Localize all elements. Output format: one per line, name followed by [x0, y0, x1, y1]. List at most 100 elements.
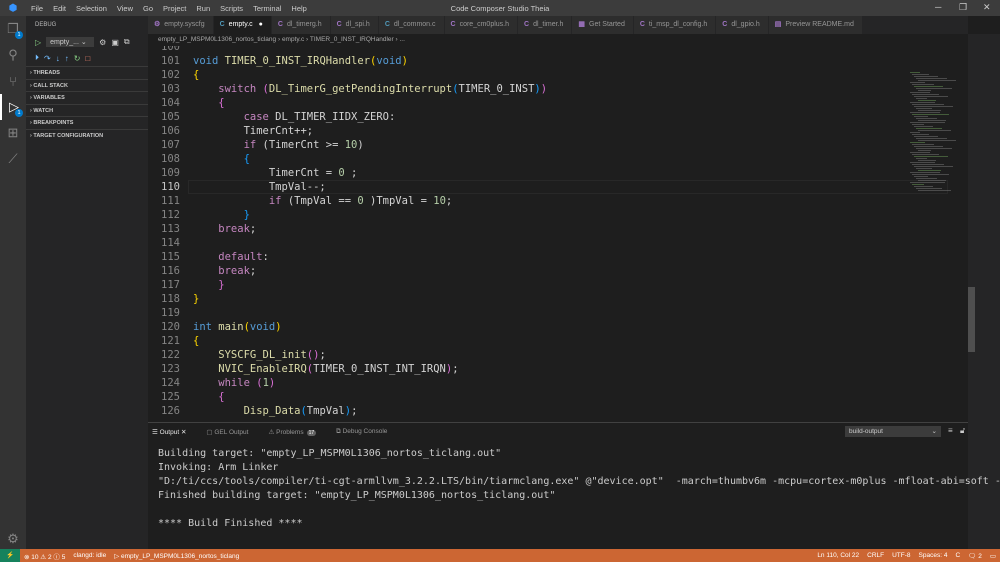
stop-icon[interactable]: □: [85, 54, 90, 63]
code-line[interactable]: 118}: [148, 292, 908, 306]
code-editor[interactable]: 100 101 void TIMER_0_INST_IRQHandler(void)…: [148, 46, 968, 422]
lock-scroll-icon[interactable]: 🔓︎: [960, 426, 965, 436]
notifications-status[interactable]: 🗨︎ 2: [968, 552, 982, 560]
menu-go[interactable]: Go: [138, 4, 158, 13]
code-line[interactable]: 100: [148, 46, 908, 54]
clear-output-icon[interactable]: ≡: [948, 426, 953, 435]
step-into-icon[interactable]: ↓: [56, 54, 60, 63]
encoding-status[interactable]: UTF-8: [892, 552, 910, 559]
step-over-icon[interactable]: ↷: [44, 54, 51, 63]
menu-terminal[interactable]: Terminal: [248, 4, 286, 13]
eol-status[interactable]: CRLF: [867, 552, 884, 559]
code-line[interactable]: 101 void TIMER_0_INST_IRQHandler(void): [148, 54, 908, 68]
code-line[interactable]: 109 TimerCnt = 0 ;: [148, 166, 908, 180]
code-line[interactable]: 102 {: [148, 68, 908, 82]
code-line[interactable]: 116 break;: [148, 264, 908, 278]
panel-tab-output[interactable]: ☰ Output ✕: [152, 428, 186, 436]
code-line[interactable]: 120 int main(void): [148, 320, 908, 334]
breadcrumb-item[interactable]: empty.c: [282, 36, 304, 43]
section-watch[interactable]: › WATCH: [26, 103, 148, 117]
tab-dl-gpio-h[interactable]: Cdl_gpio.h: [716, 16, 769, 34]
code-line[interactable]: 110 TmpVal--;: [148, 180, 908, 194]
menu-edit[interactable]: Edit: [48, 4, 71, 13]
code-line[interactable]: 103 switch (DL_TimerG_getPendingInterrup…: [148, 82, 908, 96]
code-line[interactable]: 107 if (TimerCnt >= 10): [148, 138, 908, 152]
code-line[interactable]: 121 {: [148, 334, 908, 348]
restart-icon[interactable]: ↻: [74, 54, 81, 63]
breadcrumb-item[interactable]: empty_LP_MSPM0L1306_nortos_ticlang: [158, 36, 276, 43]
language-status[interactable]: C: [955, 552, 960, 559]
code-line[interactable]: 105 case DL_TIMER_IIDX_ZERO:: [148, 110, 908, 124]
section-target-configuration[interactable]: › TARGET CONFIGURATION: [26, 128, 148, 142]
panel-tab-debug-console[interactable]: ⧉ Debug Console: [336, 428, 387, 436]
menu-project[interactable]: Project: [158, 4, 191, 13]
code-line[interactable]: 117 }: [148, 278, 908, 292]
launch-config-select[interactable]: empty_... ⌄: [46, 37, 95, 47]
code-line[interactable]: 123 NVIC_EnableIRQ(TIMER_0_INST_INT_IRQN…: [148, 362, 908, 376]
code-line[interactable]: 112 }: [148, 208, 908, 222]
terminal-icon[interactable]: ▣: [111, 38, 119, 47]
tab-dl-timer-h[interactable]: Cdl_timer.h: [518, 16, 573, 34]
dirty-indicator-icon[interactable]: ●: [259, 21, 263, 28]
code-line[interactable]: 124 while (1): [148, 376, 908, 390]
start-debug-icon[interactable]: ▷: [35, 38, 41, 47]
menu-view[interactable]: View: [112, 4, 138, 13]
tab-dl-common-c[interactable]: Cdl_common.c: [378, 16, 445, 34]
remote-icon[interactable]: ⚡: [0, 549, 20, 562]
tab-core-cm0plus-h[interactable]: Ccore_cm0plus.h: [444, 16, 518, 34]
menu-help[interactable]: Help: [286, 4, 311, 13]
new-window-icon[interactable]: ⧉: [124, 37, 130, 47]
tab-ti-msp-dl-config-h[interactable]: Cti_msp_dl_config.h: [633, 16, 717, 34]
continue-icon[interactable]: ⏵: [35, 53, 39, 63]
step-out-icon[interactable]: ↑: [65, 54, 69, 63]
tab-empty-c[interactable]: Cempty.c ●: [213, 16, 272, 34]
tab-dl-timerg-h[interactable]: Cdl_timerg.h: [271, 16, 331, 34]
code-line[interactable]: 122 SYSCFG_DL_init();: [148, 348, 908, 362]
menu-file[interactable]: File: [26, 4, 48, 13]
panel-tab-gel-output[interactable]: ▢ GEL Output: [206, 428, 248, 436]
explorer-icon[interactable]: ❐ 1: [0, 16, 26, 42]
clangd-status[interactable]: clangd: idle: [73, 552, 106, 559]
code-line[interactable]: 104 {: [148, 96, 908, 110]
section-call-stack[interactable]: › CALL STACK: [26, 78, 148, 92]
code-line[interactable]: 115 default:: [148, 250, 908, 264]
menu-scripts[interactable]: Scripts: [215, 4, 248, 13]
code-line[interactable]: 108 {: [148, 152, 908, 166]
minimap[interactable]: [908, 72, 968, 192]
breadcrumb-item[interactable]: ...: [399, 36, 404, 43]
close-icon[interactable]: ✕: [983, 2, 991, 13]
section-variables[interactable]: › VARIABLES: [26, 91, 148, 104]
problems-status[interactable]: ⊗ 10 ⚠ 2 ⓘ 5: [24, 551, 65, 561]
code-line[interactable]: 111 if (TmpVal == 0 )TmpVal = 10;: [148, 194, 908, 208]
tab-preview-readme-md[interactable]: ▤ Preview README.md: [768, 16, 863, 34]
run-debug-icon[interactable]: ▷ 1: [0, 94, 26, 120]
output-channel-select[interactable]: build-output ⌄: [845, 426, 941, 437]
gear-icon[interactable]: ⚙: [99, 38, 106, 47]
chart-icon[interactable]: ⟋: [0, 146, 26, 172]
minimize-icon[interactable]: ─: [935, 2, 941, 12]
close-icon[interactable]: ✕: [179, 429, 186, 436]
tab-dl-spi-h[interactable]: Cdl_spi.h: [330, 16, 379, 34]
cursor-position[interactable]: Ln 110, Col 22: [817, 552, 859, 559]
tab-get-started[interactable]: ▦ Get Started: [572, 16, 634, 34]
panel-tab-problems[interactable]: ⚠ Problems 17: [268, 428, 317, 436]
source-control-icon[interactable]: ⑂: [0, 68, 26, 94]
tab-empty-syscfg[interactable]: ⚙ empty.syscfg: [148, 16, 214, 34]
breadcrumb-item[interactable]: TIMER_0_INST_IRQHandler: [310, 36, 394, 43]
search-icon[interactable]: ⚲: [0, 42, 26, 68]
code-line[interactable]: 125 {: [148, 390, 908, 404]
code-line[interactable]: 119: [148, 306, 908, 320]
menu-run[interactable]: Run: [191, 4, 215, 13]
code-line[interactable]: 106 TimerCnt++;: [148, 124, 908, 138]
menu-selection[interactable]: Selection: [71, 4, 112, 13]
code-line[interactable]: 113 break;: [148, 222, 908, 236]
section-breakpoints[interactable]: › BREAKPOINTS: [26, 116, 148, 129]
restore-icon[interactable]: ❐: [959, 2, 967, 13]
editor-scrollbar[interactable]: [968, 287, 975, 352]
section-threads[interactable]: › THREADS: [26, 66, 148, 79]
layout-icon[interactable]: ▭: [990, 552, 996, 560]
indent-status[interactable]: Spaces: 4: [919, 552, 948, 559]
code-line[interactable]: 126 Disp_Data(TmpVal);: [148, 404, 908, 418]
extensions-icon[interactable]: ⊞: [0, 120, 26, 146]
code-line[interactable]: 114: [148, 236, 908, 250]
